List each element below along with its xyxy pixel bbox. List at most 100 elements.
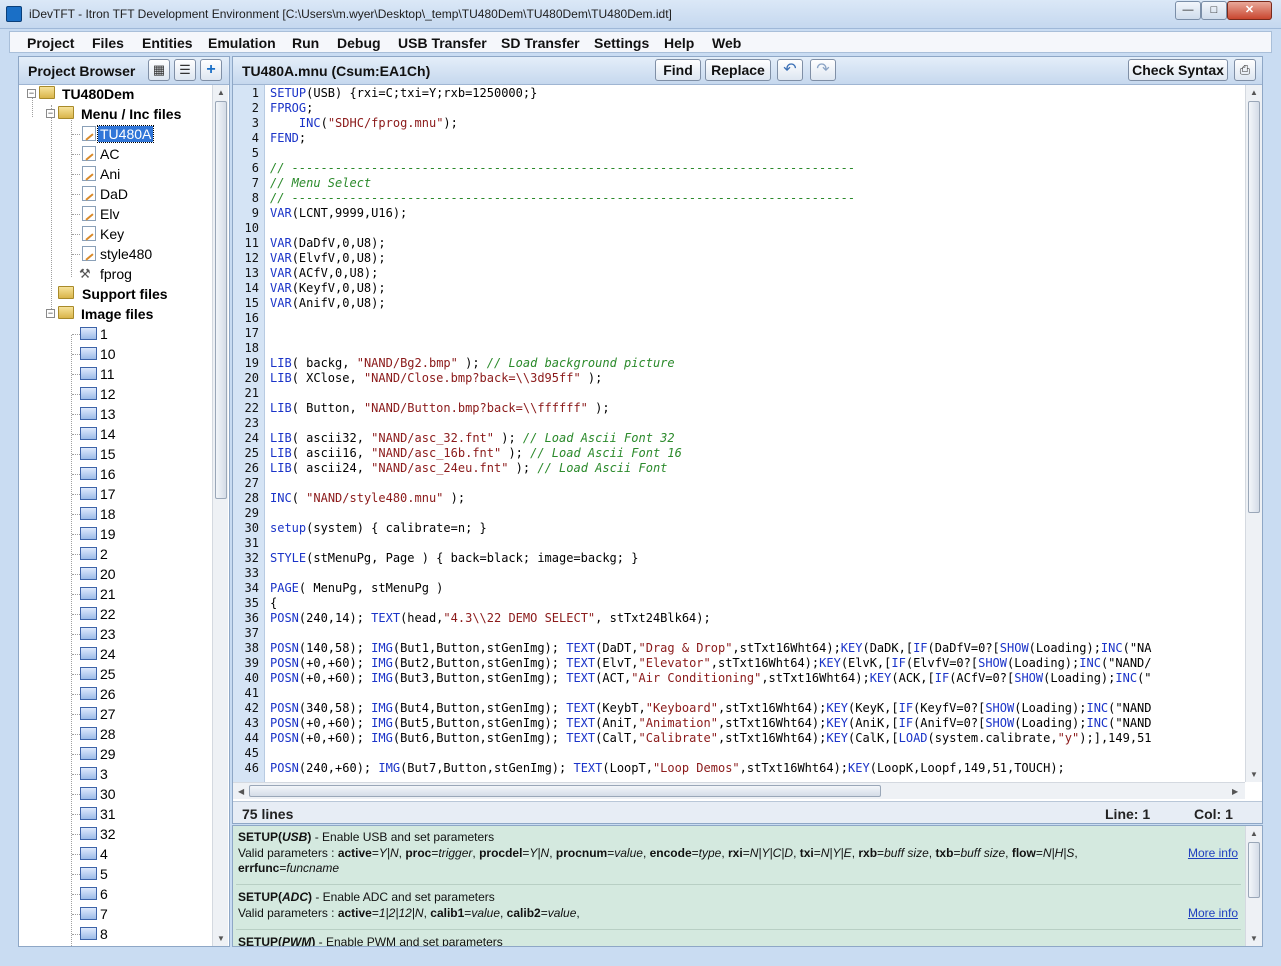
menu-debug[interactable]: Debug (337, 35, 381, 51)
tree-file-item[interactable]: AC (20, 145, 213, 165)
tree-file-item[interactable]: Key (20, 225, 213, 245)
tree-image-item[interactable]: 7 (20, 905, 213, 925)
help-scroll-thumb[interactable] (1248, 842, 1260, 898)
tree-image-item[interactable]: 27 (20, 705, 213, 725)
tree-scroll-thumb[interactable] (215, 101, 227, 499)
code-token: ("NA (1122, 641, 1152, 655)
tree-connector (72, 394, 80, 395)
more-info-link[interactable]: More info (1188, 906, 1238, 920)
tree-image-item[interactable]: 26 (20, 685, 213, 705)
menu-web[interactable]: Web (712, 35, 741, 51)
tree-image-item[interactable]: 11 (20, 365, 213, 385)
menu-usb-transfer[interactable]: USB Transfer (398, 35, 487, 51)
tree-folder-images[interactable]: − Image files (20, 305, 213, 325)
help-scrollbar[interactable]: ▲ ▼ (1245, 826, 1262, 946)
redo-button[interactable]: ↷ (810, 59, 836, 81)
tree-image-label: 22 (100, 606, 116, 622)
scroll-up-icon[interactable]: ▲ (1250, 88, 1258, 97)
code-editor[interactable]: 1 2 3 4 5 6 7 8 9 10 11 12 13 14 15 16 17 18 19 20 21 22 23 24 2… (233, 85, 1245, 782)
image-icon (80, 487, 97, 500)
tree-image-item[interactable]: 8 (20, 925, 213, 945)
add-file-button[interactable]: + (200, 59, 222, 81)
tree-scrollbar[interactable]: ▲ ▼ (212, 85, 228, 946)
tree-file-item[interactable]: Ani (20, 165, 213, 185)
collapse-icon[interactable]: − (46, 309, 55, 318)
tree-image-item[interactable]: 20 (20, 565, 213, 585)
tree-image-item[interactable]: 28 (20, 725, 213, 745)
scroll-down-icon[interactable]: ▼ (217, 934, 225, 943)
tree-root[interactable]: − TU480Dem (20, 85, 213, 105)
scroll-up-icon[interactable]: ▲ (217, 88, 225, 97)
tree-image-item[interactable]: 30 (20, 785, 213, 805)
menu-emulation[interactable]: Emulation (208, 35, 276, 51)
tree-image-item[interactable]: 24 (20, 645, 213, 665)
menu-project[interactable]: Project (27, 35, 74, 51)
tree-image-item[interactable]: 18 (20, 505, 213, 525)
help-description: - Enable USB and set parameters (311, 830, 495, 844)
check-syntax-button[interactable]: Check Syntax (1128, 59, 1228, 81)
find-button[interactable]: Find (655, 59, 701, 81)
tree-image-item[interactable]: 23 (20, 625, 213, 645)
list-view-button[interactable]: ☰ (174, 59, 196, 81)
close-button[interactable]: ✕ (1227, 1, 1272, 20)
scroll-right-icon[interactable]: ▶ (1232, 787, 1238, 796)
maximize-button[interactable]: □ (1201, 1, 1227, 20)
tree-image-item[interactable]: 12 (20, 385, 213, 405)
more-info-link[interactable]: More info (1188, 846, 1238, 860)
scroll-up-icon[interactable]: ▲ (1250, 829, 1258, 838)
tree-image-item[interactable]: 5 (20, 865, 213, 885)
tree-folder-support[interactable]: Support files (20, 285, 213, 305)
tree-file-item[interactable]: Elv (20, 205, 213, 225)
tree-image-item[interactable]: 19 (20, 525, 213, 545)
tree-image-item[interactable]: 6 (20, 885, 213, 905)
tree-image-item[interactable]: 13 (20, 405, 213, 425)
print-button[interactable]: ⎙ (1234, 59, 1256, 81)
tree-image-item[interactable]: 32 (20, 825, 213, 845)
menu-help[interactable]: Help (664, 35, 694, 51)
tree-image-item[interactable]: 17 (20, 485, 213, 505)
editor-hscroll-thumb[interactable] (249, 785, 881, 797)
menu-files[interactable]: Files (92, 35, 124, 51)
line-number: 40 (244, 671, 259, 685)
menu-entities[interactable]: Entities (142, 35, 193, 51)
tree-image-item[interactable]: 25 (20, 665, 213, 685)
tree-file-fprog[interactable]: ⚒ fprog (20, 265, 213, 285)
editor-vscroll-thumb[interactable] (1248, 101, 1260, 513)
minimize-button[interactable]: — (1175, 1, 1201, 20)
image-icon (80, 827, 97, 840)
tree-connector (72, 414, 80, 415)
editor-horizontal-scrollbar[interactable]: ◀ ▶ (233, 782, 1245, 799)
tree-image-item[interactable]: 22 (20, 605, 213, 625)
tree-image-item[interactable]: 15 (20, 445, 213, 465)
menu-settings[interactable]: Settings (594, 35, 649, 51)
calendar-view-button[interactable]: ▦ (148, 59, 170, 81)
help-command-arg: PWM (282, 935, 312, 946)
tree-image-item[interactable]: 1 (20, 325, 213, 345)
tree-image-item[interactable]: 31 (20, 805, 213, 825)
undo-button[interactable]: ↶ (777, 59, 803, 81)
tree-file-item[interactable]: DaD (20, 185, 213, 205)
scroll-left-icon[interactable]: ◀ (238, 787, 244, 796)
collapse-icon[interactable]: − (46, 109, 55, 118)
code-token: LIB (270, 401, 292, 415)
tree-image-item[interactable]: 4 (20, 845, 213, 865)
tree-image-item[interactable]: 2 (20, 545, 213, 565)
scroll-down-icon[interactable]: ▼ (1250, 770, 1258, 779)
replace-button[interactable]: Replace (705, 59, 771, 81)
tree-file-item[interactable]: style480 (20, 245, 213, 265)
tree-image-item[interactable]: 21 (20, 585, 213, 605)
tree-image-item[interactable]: 14 (20, 425, 213, 445)
tree-image-item[interactable]: 29 (20, 745, 213, 765)
tree-folder-menu[interactable]: − Menu / Inc files (20, 105, 213, 125)
collapse-icon[interactable]: − (27, 89, 36, 98)
tree-image-item[interactable]: 16 (20, 465, 213, 485)
menu-sd-transfer[interactable]: SD Transfer (501, 35, 580, 51)
code-line: STYLE(stMenuPg, Page ) { back=black; ima… (270, 551, 638, 565)
menu-run[interactable]: Run (292, 35, 319, 51)
scroll-down-icon[interactable]: ▼ (1250, 934, 1258, 943)
tree-image-item[interactable]: 3 (20, 765, 213, 785)
editor-vertical-scrollbar[interactable]: ▲ ▼ (1245, 85, 1262, 782)
tree-image-item[interactable]: 10 (20, 345, 213, 365)
code-line: POSN(140,58); IMG(But1,Button,stGenImg);… (270, 641, 1152, 655)
tree-file-item[interactable]: TU480A (20, 125, 213, 145)
